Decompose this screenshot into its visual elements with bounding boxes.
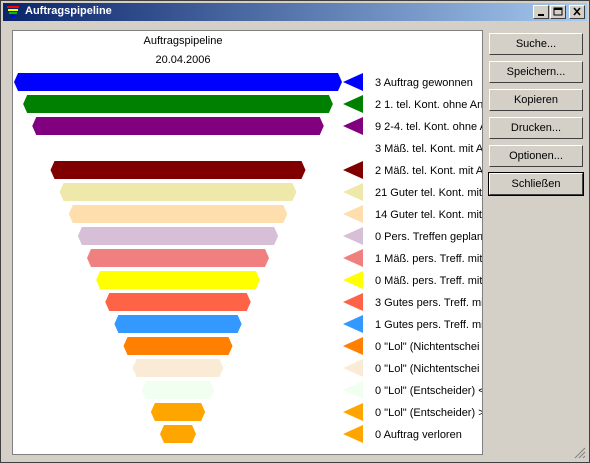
- legend-marker-14: [343, 359, 363, 377]
- stage-label-14: 0 "Lol" (Nichtentschei: [375, 363, 479, 375]
- funnel-bar-12: [114, 315, 242, 333]
- funnel-bar-13: [123, 337, 233, 355]
- close-window-button[interactable]: [569, 5, 585, 19]
- legend-marker-11: [343, 293, 363, 311]
- funnel-bar-8: [77, 227, 279, 245]
- stage-label-3: 9 2-4. tel. Kont. ohne A: [375, 121, 482, 133]
- resize-grip-icon[interactable]: [574, 447, 586, 459]
- legend-marker-5: [343, 161, 363, 179]
- stage-label-9: 1 Mäß. pers. Treff. mit: [375, 253, 482, 265]
- funnel-bar-5: [50, 161, 306, 179]
- stage-label-13: 0 "Lol" (Nichtentschei: [375, 341, 479, 353]
- stage-label-10: 0 Mäß. pers. Treff. mit: [375, 275, 482, 287]
- funnel-app-icon: [7, 6, 19, 17]
- legend-marker-13: [343, 337, 363, 355]
- stage-label-5: 2 Mäß. tel. Kont. mit A: [375, 165, 482, 177]
- funnel-bar-11: [105, 293, 251, 311]
- options-button[interactable]: Optionen...: [489, 145, 583, 167]
- app-window: Auftragspipeline Auftragspipeline 20.04.…: [0, 0, 590, 463]
- funnel-bar-3: [32, 117, 324, 135]
- stage-label-16: 0 "Lol" (Entscheider) >: [375, 407, 482, 419]
- legend-marker-12: [343, 315, 363, 333]
- legend-marker-1: [343, 73, 363, 91]
- maximize-button[interactable]: [550, 5, 566, 19]
- legend-marker-2: [343, 95, 363, 113]
- stage-label-11: 3 Gutes pers. Treff. mit: [375, 297, 482, 309]
- stage-label-15: 0 "Lol" (Entscheider) <: [375, 385, 482, 397]
- stage-label-2: 2 1. tel. Kont. ohne An: [375, 99, 482, 111]
- stage-label-8: 0 Pers. Treffen geplan: [375, 231, 482, 243]
- legend-marker-3: [343, 117, 363, 135]
- close-icon: [573, 7, 581, 16]
- legend-marker-8: [343, 227, 363, 245]
- copy-button[interactable]: Kopieren: [489, 89, 583, 111]
- title-bar[interactable]: Auftragspipeline: [3, 3, 587, 21]
- window-title: Auftragspipeline: [25, 5, 112, 17]
- chart-panel: Auftragspipeline 20.04.2006 3 Auftrag ge…: [12, 30, 483, 455]
- legend-marker-7: [343, 205, 363, 223]
- close-button[interactable]: Schließen: [488, 172, 584, 196]
- stage-label-7: 14 Guter tel. Kont. mit: [375, 209, 482, 221]
- legend-marker-16: [343, 403, 363, 421]
- legend-marker-17: [343, 425, 363, 443]
- legend-marker-6: [343, 183, 363, 201]
- legend-marker-10: [343, 271, 363, 289]
- funnel-bar-2: [23, 95, 333, 113]
- save-button[interactable]: Speichern...: [489, 61, 583, 83]
- funnel-bar-16: [150, 403, 206, 421]
- maximize-icon: [553, 7, 563, 16]
- funnel-bar-17: [160, 425, 196, 443]
- stage-label-12: 1 Gutes pers. Treff. mit: [375, 319, 482, 331]
- print-button[interactable]: Drucken...: [489, 117, 583, 139]
- legend-marker-15: [343, 381, 363, 399]
- funnel-chart: 3 Auftrag gewonnen 2 1. tel. Kont. ohne A…: [14, 73, 482, 443]
- funnel-bar-1: [14, 73, 342, 91]
- stage-label-6: 21 Guter tel. Kont. mit: [375, 187, 482, 199]
- legend-marker-9: [343, 249, 363, 267]
- stage-label-4: 3 Mäß. tel. Kont. mit A: [375, 143, 482, 155]
- minimize-icon: [538, 14, 544, 16]
- search-button[interactable]: Suche...: [489, 33, 583, 55]
- funnel-bar-10: [96, 271, 260, 289]
- stage-label-17: 0 Auftrag verloren: [375, 429, 462, 441]
- funnel-bar-6: [59, 183, 297, 201]
- stage-label-1: 3 Auftrag gewonnen: [375, 77, 473, 89]
- funnel-bar-14: [132, 359, 224, 377]
- minimize-button[interactable]: [533, 5, 549, 19]
- funnel-bar-15: [141, 381, 215, 399]
- funnel-bar-9: [87, 249, 269, 267]
- funnel-bar-7: [68, 205, 288, 223]
